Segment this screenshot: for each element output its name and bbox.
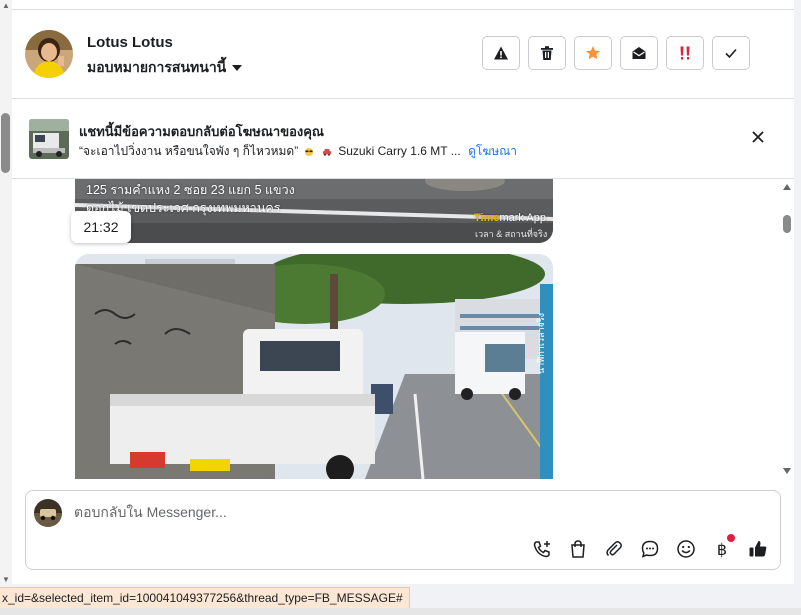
- ad-quote-text: “จะเอาไปวิ่งงาน หรือขนใจพัง ๆ ก็ไหวหมด”: [79, 144, 299, 158]
- scroll-down-arrow-icon[interactable]: ▼: [2, 576, 10, 584]
- timemark-subtitle: เวลา & สถานที่จริง: [475, 229, 548, 239]
- check-icon: [725, 48, 737, 59]
- chat-bubble-icon: [641, 540, 659, 558]
- delete-button[interactable]: [528, 36, 566, 70]
- payment-button[interactable]: ฿: [711, 534, 735, 560]
- contact-name[interactable]: Lotus Lotus: [87, 34, 173, 51]
- scroll-up-arrow-icon[interactable]: ▲: [2, 2, 10, 10]
- saved-replies-button[interactable]: [639, 538, 661, 560]
- message-photo[interactable]: 125 รามคำแหง 2 ซอย 23 แยก 5 แขวง ดอกไม้ …: [75, 179, 553, 243]
- page-scrollbar-thumb[interactable]: [1, 113, 10, 173]
- contact-avatar[interactable]: [25, 30, 73, 78]
- reply-composer: ฿: [25, 490, 781, 570]
- ad-reply-banner: แชทนี้มีข้อความตอบกลับต่อโฆษณาของคุณ “จะ…: [12, 99, 794, 179]
- baht-icon: ฿: [716, 539, 728, 559]
- ad-thumbnail[interactable]: [29, 119, 69, 159]
- mark-done-button[interactable]: [712, 36, 750, 70]
- attach-button[interactable]: [603, 538, 625, 560]
- paperclip-icon: [606, 541, 622, 557]
- timemark-logo: Timemark App: [474, 212, 546, 224]
- trash-icon: [541, 46, 553, 60]
- envelope-open-icon: [632, 47, 646, 59]
- phone-plus-icon: [533, 541, 550, 558]
- car-emoji-icon: [322, 148, 331, 156]
- conversation-header: Lotus Lotus มอบหมายการสนทนานี้: [12, 10, 794, 99]
- view-ad-link[interactable]: ดูโฆษณา: [468, 144, 517, 158]
- page-scrollbar[interactable]: ▲ ▼: [0, 0, 11, 588]
- thread-scrollbar-thumb[interactable]: [783, 215, 791, 233]
- follow-up-button[interactable]: [666, 36, 704, 70]
- caret-down-icon: [232, 65, 243, 71]
- star-button[interactable]: [574, 36, 612, 70]
- star-icon: [586, 46, 600, 60]
- ad-name-text: Suzuki Carry 1.6 MT ...: [338, 144, 461, 158]
- notification-dot: [727, 534, 735, 542]
- header-actions: [482, 36, 750, 70]
- emoji-button[interactable]: [675, 538, 697, 560]
- bottom-strip: [0, 608, 801, 615]
- ad-reply-title: แชทนี้มีข้อความตอบกลับต่อโฆษณาของคุณ: [79, 124, 324, 139]
- scroll-up-arrow-icon[interactable]: [783, 184, 791, 190]
- mark-unread-button[interactable]: [620, 36, 658, 70]
- sunglasses-emoji-icon: [304, 147, 313, 156]
- photo-vertical-stamp: นาฬิกาเวลาจริง: [536, 312, 546, 374]
- double-exclamation-icon: [680, 46, 690, 60]
- call-button[interactable]: [531, 538, 553, 560]
- assign-conversation-label: มอบหมายการสนทนานี้: [87, 59, 227, 75]
- warning-triangle-icon: [494, 46, 508, 60]
- composer-toolbar: ฿: [531, 534, 769, 560]
- close-icon[interactable]: [750, 129, 766, 145]
- message-timestamp: 21:32: [71, 211, 131, 243]
- status-bar-url: x_id=&selected_item_id=100041049377256&t…: [0, 587, 410, 609]
- scroll-down-arrow-icon[interactable]: [783, 468, 791, 474]
- like-button[interactable]: [747, 538, 769, 560]
- smiley-icon: [677, 540, 695, 558]
- thumbs-up-icon: [749, 541, 767, 557]
- message-photo[interactable]: นาฬิกาเวลาจริง: [75, 254, 553, 479]
- thread-scrollbar[interactable]: [780, 179, 794, 479]
- message-thread[interactable]: 125 รามคำแหง 2 ซอย 23 แยก 5 แขวง ดอกไม้ …: [12, 179, 794, 479]
- shop-button[interactable]: [567, 538, 589, 560]
- report-button[interactable]: [482, 36, 520, 70]
- assign-conversation-dropdown[interactable]: มอบหมายการสนทนานี้: [87, 57, 243, 79]
- shopping-bag-icon: [571, 540, 585, 558]
- page-avatar: [34, 499, 62, 527]
- ad-reply-subtitle: “จะเอาไปวิ่งงาน หรือขนใจพัง ๆ ก็ไหวหมด” …: [79, 142, 517, 161]
- reply-input[interactable]: [74, 504, 574, 520]
